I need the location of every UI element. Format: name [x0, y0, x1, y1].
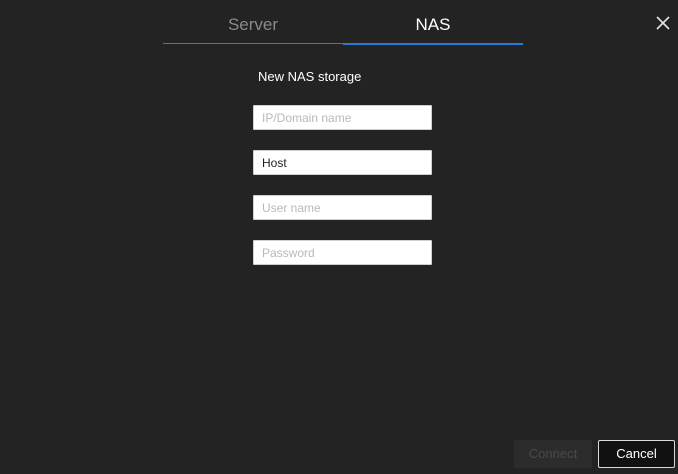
close-icon[interactable]: [654, 14, 672, 32]
host-input[interactable]: [253, 150, 432, 175]
connect-button[interactable]: Connect: [514, 440, 592, 468]
ip-domain-input[interactable]: [253, 105, 432, 130]
password-input[interactable]: [253, 240, 432, 265]
section-title: New NAS storage: [258, 69, 362, 84]
cancel-button[interactable]: Cancel: [598, 440, 675, 468]
tab-server[interactable]: Server: [163, 0, 343, 44]
nas-storage-dialog: Server NAS New NAS storage Connect Cance…: [0, 0, 678, 474]
user-name-input[interactable]: [253, 195, 432, 220]
tab-bar: Server NAS: [163, 0, 523, 46]
tab-nas[interactable]: NAS: [343, 0, 523, 45]
